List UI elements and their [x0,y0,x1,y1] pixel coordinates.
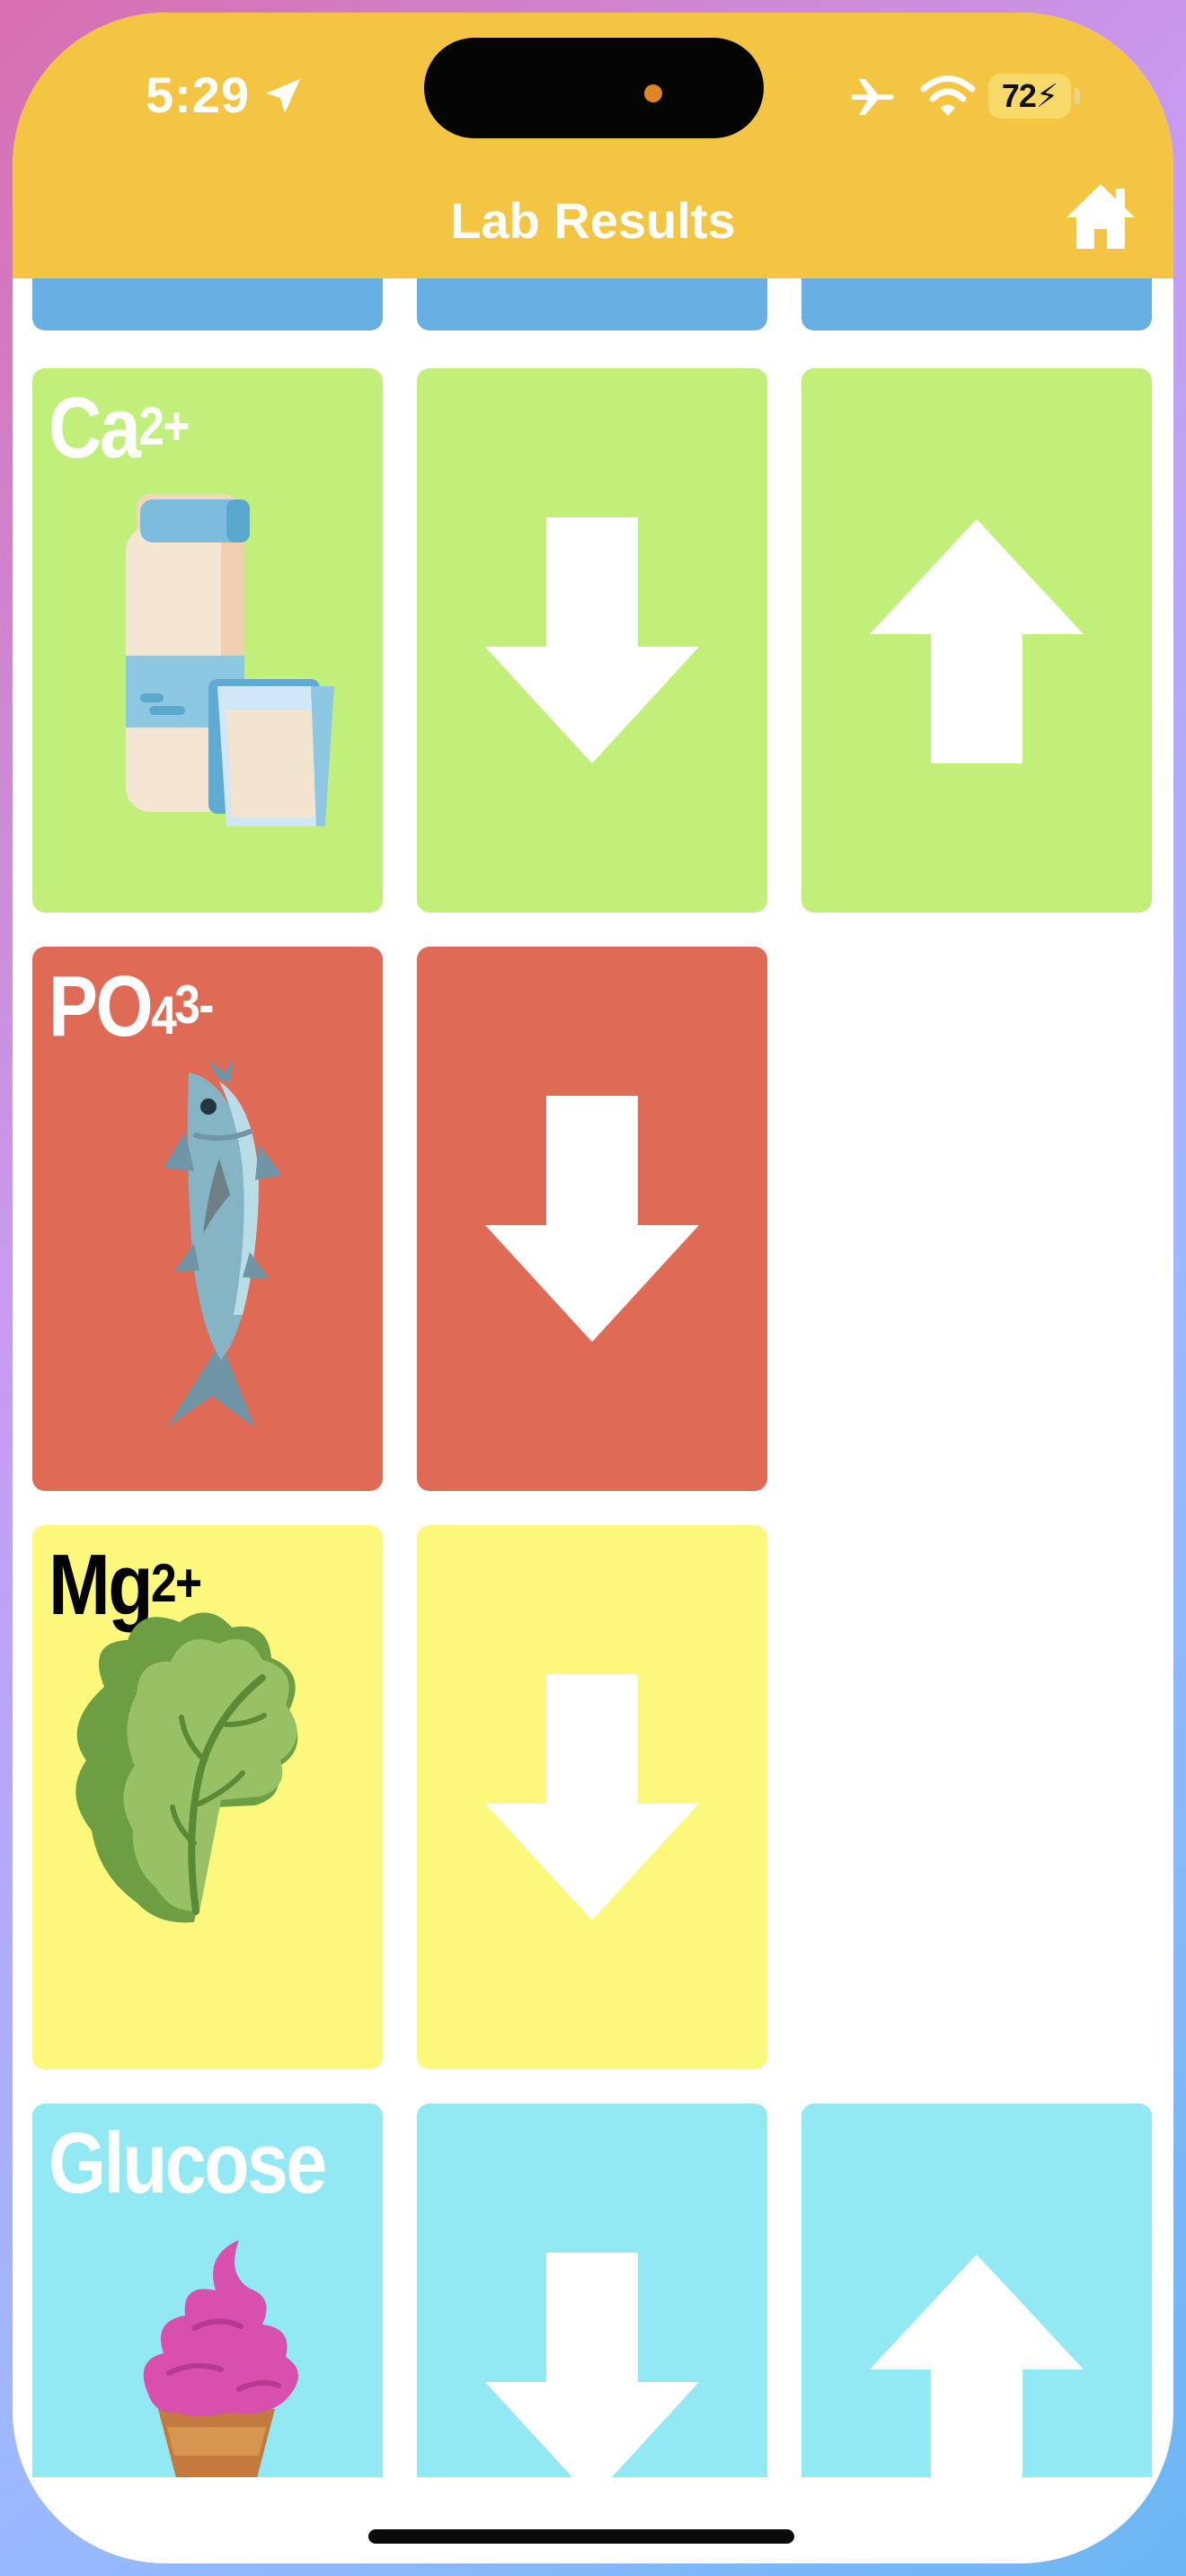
magnesium-food-tile[interactable]: Mg2+ [32,1525,383,2069]
low-arrow-down-icon [485,2253,699,2477]
calcium-low-tile[interactable] [417,368,767,913]
home-indicator[interactable] [368,2529,794,2544]
home-icon[interactable] [1064,180,1137,253]
wifi-icon [920,75,976,116]
status-time: 5:29 [146,66,251,123]
battery-charging-icon: ⚡ [1035,77,1058,114]
glucose-high-tile[interactable] [801,2104,1152,2477]
app-screen: 5:29 72⚡ Lab Results Ca2+ PO43- Mg2+ Glu… [13,13,1173,2563]
location-arrow-icon [266,79,300,113]
lab-results-grid[interactable]: Ca2+ PO43- Mg2+ Glucose [13,278,1173,2477]
battery-level: 72 [1001,77,1037,114]
calcium-high-tile[interactable] [801,368,1152,913]
camera-indicator-dot [644,84,662,102]
ice-cream-cone-icon [143,2240,298,2477]
dynamic-island [424,38,764,138]
high-arrow-up-icon [870,519,1084,763]
calcium-food-tile[interactable]: Ca2+ [32,368,383,913]
page-title: Lab Results [450,192,736,249]
low-arrow-down-icon [485,517,699,763]
milk-bottle-and-glass-icon [126,494,334,826]
navigation-header: 5:29 72⚡ Lab Results [13,13,1173,278]
partial-tile-1[interactable] [32,278,383,331]
phosphate-low-tile[interactable] [417,947,767,1491]
glucose-food-tile[interactable]: Glucose [32,2104,383,2477]
magnesium-low-tile[interactable] [417,1525,767,2069]
phosphate-food-tile[interactable]: PO43- [32,947,383,1491]
tuna-fish-icon [164,1058,282,1427]
high-arrow-up-icon [870,2254,1084,2477]
partial-tile-3[interactable] [801,278,1152,331]
lettuce-leaf-icon [75,1612,298,1923]
battery-indicator: 72⚡ [988,74,1071,119]
glucose-low-tile[interactable] [417,2104,767,2477]
partial-tile-2[interactable] [417,278,767,331]
battery-cap [1075,88,1080,104]
low-arrow-down-icon [485,1096,699,1342]
airplane-icon [852,79,894,115]
low-arrow-down-icon [485,1674,699,1920]
